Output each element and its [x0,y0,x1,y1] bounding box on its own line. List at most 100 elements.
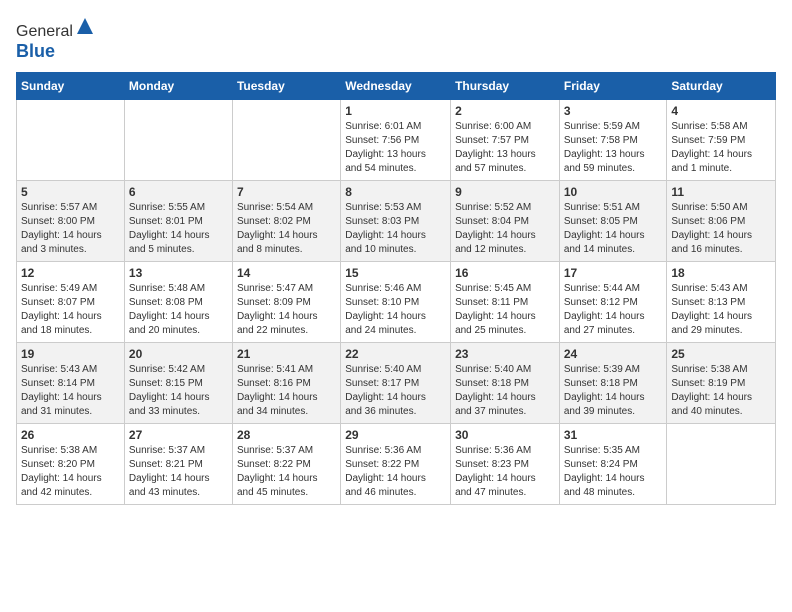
calendar-cell [124,100,232,181]
calendar-cell: 11 Sunrise: 5:50 AM Sunset: 8:06 PM Dayli… [667,181,776,262]
day-of-week-header: Wednesday [341,73,451,100]
day-info: Sunrise: 6:00 AM Sunset: 7:57 PM Dayligh… [455,120,555,176]
calendar-cell: 24Sunrise: 5:39 AM Sunset: 8:18 PM Dayli… [559,343,667,424]
day-number: 27 [129,428,228,442]
day-info: Sunrise: 5:38 AM Sunset: 8:19 PM Dayligh… [671,363,771,419]
calendar-cell: 30 Sunrise: 5:36 AM Sunset: 8:23 PM Dayli… [451,424,560,505]
calendar-cell: 6Sunrise: 5:55 AM Sunset: 8:01 PM Daylig… [124,181,232,262]
day-info: Sunrise: 5:44 AM Sunset: 8:12 PM Dayligh… [564,282,663,338]
calendar-cell [17,100,125,181]
logo-icon [75,16,95,36]
day-info: Sunrise: 5:45 AM Sunset: 8:11 PM Dayligh… [455,282,555,338]
day-number: 29 [345,428,446,442]
day-number: 23 [455,347,555,361]
day-info: Sunrise: 5:40 AM Sunset: 8:17 PM Dayligh… [345,363,446,419]
day-of-week-header: Saturday [667,73,776,100]
day-number: 24 [564,347,663,361]
calendar-cell: 2 Sunrise: 6:00 AM Sunset: 7:57 PM Daylig… [451,100,560,181]
day-info: Sunrise: 5:37 AM Sunset: 8:21 PM Dayligh… [129,444,228,500]
day-number: 4 [671,104,771,118]
day-info: Sunrise: 5:36 AM Sunset: 8:23 PM Dayligh… [455,444,555,500]
calendar-cell: 3 Sunrise: 5:59 AM Sunset: 7:58 PM Daylig… [559,100,667,181]
calendar-cell: 17 Sunrise: 5:44 AM Sunset: 8:12 PM Dayli… [559,262,667,343]
calendar-cell: 9Sunrise: 5:52 AM Sunset: 8:04 PM Daylig… [451,181,560,262]
day-number: 15 [345,266,446,280]
day-number: 5 [21,185,120,199]
day-number: 8 [345,185,446,199]
day-number: 21 [237,347,336,361]
day-number: 19 [21,347,120,361]
logo: General Blue [16,16,95,62]
calendar-week-row: 19 Sunrise: 5:43 AM Sunset: 8:14 PM Dayli… [17,343,776,424]
logo-general-text: General [16,23,73,40]
calendar-cell: 22 Sunrise: 5:40 AM Sunset: 8:17 PM Dayli… [341,343,451,424]
calendar-cell [232,100,340,181]
day-info: Sunrise: 5:43 AM Sunset: 8:14 PM Dayligh… [21,363,120,419]
day-info: Sunrise: 5:58 AM Sunset: 7:59 PM Dayligh… [671,120,771,176]
day-info: Sunrise: 5:57 AM Sunset: 8:00 PM Dayligh… [21,201,120,257]
day-number: 2 [455,104,555,118]
calendar-week-row: 5 Sunrise: 5:57 AM Sunset: 8:00 PM Daylig… [17,181,776,262]
calendar-cell: 13Sunrise: 5:48 AM Sunset: 8:08 PM Dayli… [124,262,232,343]
day-info: Sunrise: 5:43 AM Sunset: 8:13 PM Dayligh… [671,282,771,338]
day-number: 6 [129,185,228,199]
day-info: Sunrise: 5:59 AM Sunset: 7:58 PM Dayligh… [564,120,663,176]
calendar-cell: 27 Sunrise: 5:37 AM Sunset: 8:21 PM Dayli… [124,424,232,505]
day-number: 1 [345,104,446,118]
calendar-cell: 12 Sunrise: 5:49 AM Sunset: 8:07 PM Dayli… [17,262,125,343]
logo-blue-text: Blue [16,41,55,61]
day-number: 25 [671,347,771,361]
calendar-cell: 16 Sunrise: 5:45 AM Sunset: 8:11 PM Dayli… [451,262,560,343]
calendar-header-row: SundayMondayTuesdayWednesdayThursdayFrid… [17,73,776,100]
day-of-week-header: Tuesday [232,73,340,100]
calendar-cell: 23 Sunrise: 5:40 AM Sunset: 8:18 PM Dayli… [451,343,560,424]
calendar-cell: 15 Sunrise: 5:46 AM Sunset: 8:10 PM Dayli… [341,262,451,343]
day-number: 11 [671,185,771,199]
day-number: 30 [455,428,555,442]
calendar-cell: 1Sunrise: 6:01 AM Sunset: 7:56 PM Daylig… [341,100,451,181]
day-number: 3 [564,104,663,118]
calendar-cell: 21 Sunrise: 5:41 AM Sunset: 8:16 PM Dayli… [232,343,340,424]
day-number: 20 [129,347,228,361]
calendar-cell: 10Sunrise: 5:51 AM Sunset: 8:05 PM Dayli… [559,181,667,262]
day-info: Sunrise: 5:52 AM Sunset: 8:04 PM Dayligh… [455,201,555,257]
day-number: 18 [671,266,771,280]
day-number: 14 [237,266,336,280]
day-number: 7 [237,185,336,199]
day-info: Sunrise: 5:35 AM Sunset: 8:24 PM Dayligh… [564,444,663,500]
day-info: Sunrise: 5:49 AM Sunset: 8:07 PM Dayligh… [21,282,120,338]
day-number: 13 [129,266,228,280]
calendar-cell: 20 Sunrise: 5:42 AM Sunset: 8:15 PM Dayli… [124,343,232,424]
day-info: Sunrise: 5:37 AM Sunset: 8:22 PM Dayligh… [237,444,336,500]
day-of-week-header: Monday [124,73,232,100]
day-info: Sunrise: 5:50 AM Sunset: 8:06 PM Dayligh… [671,201,771,257]
day-info: Sunrise: 5:42 AM Sunset: 8:15 PM Dayligh… [129,363,228,419]
calendar-cell: 28 Sunrise: 5:37 AM Sunset: 8:22 PM Dayli… [232,424,340,505]
day-info: Sunrise: 5:40 AM Sunset: 8:18 PM Dayligh… [455,363,555,419]
calendar-cell: 4 Sunrise: 5:58 AM Sunset: 7:59 PM Daylig… [667,100,776,181]
day-info: Sunrise: 5:47 AM Sunset: 8:09 PM Dayligh… [237,282,336,338]
calendar-cell: 29Sunrise: 5:36 AM Sunset: 8:22 PM Dayli… [341,424,451,505]
day-info: Sunrise: 5:46 AM Sunset: 8:10 PM Dayligh… [345,282,446,338]
calendar-cell: 19 Sunrise: 5:43 AM Sunset: 8:14 PM Dayli… [17,343,125,424]
calendar-cell: 26 Sunrise: 5:38 AM Sunset: 8:20 PM Dayli… [17,424,125,505]
day-number: 10 [564,185,663,199]
day-number: 16 [455,266,555,280]
calendar-cell [667,424,776,505]
day-of-week-header: Sunday [17,73,125,100]
calendar-cell: 8 Sunrise: 5:53 AM Sunset: 8:03 PM Daylig… [341,181,451,262]
day-info: Sunrise: 5:53 AM Sunset: 8:03 PM Dayligh… [345,201,446,257]
day-info: Sunrise: 5:41 AM Sunset: 8:16 PM Dayligh… [237,363,336,419]
day-info: Sunrise: 5:38 AM Sunset: 8:20 PM Dayligh… [21,444,120,500]
calendar-week-row: 26 Sunrise: 5:38 AM Sunset: 8:20 PM Dayli… [17,424,776,505]
day-number: 22 [345,347,446,361]
calendar-week-row: 1Sunrise: 6:01 AM Sunset: 7:56 PM Daylig… [17,100,776,181]
calendar-table: SundayMondayTuesdayWednesdayThursdayFrid… [16,72,776,505]
calendar-week-row: 12 Sunrise: 5:49 AM Sunset: 8:07 PM Dayli… [17,262,776,343]
day-number: 28 [237,428,336,442]
day-of-week-header: Friday [559,73,667,100]
day-number: 17 [564,266,663,280]
day-number: 12 [21,266,120,280]
day-number: 26 [21,428,120,442]
calendar-cell: 31Sunrise: 5:35 AM Sunset: 8:24 PM Dayli… [559,424,667,505]
